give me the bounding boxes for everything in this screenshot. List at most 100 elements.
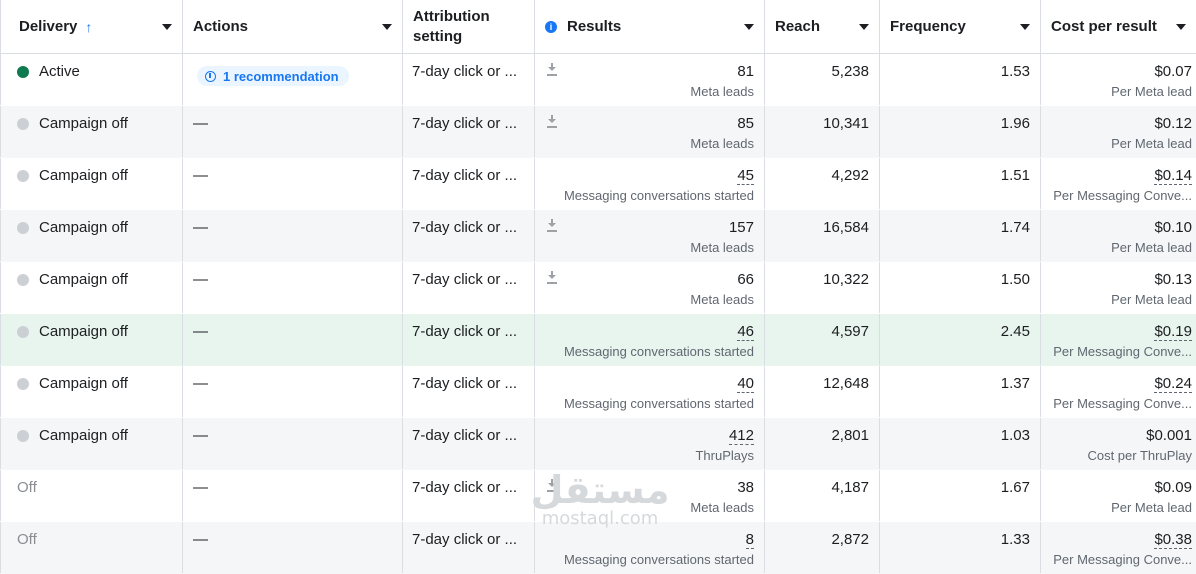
attribution-text: 7-day click or ... — [412, 167, 518, 184]
cost-type: Per Messaging Conve... — [1053, 344, 1192, 359]
table-row[interactable]: Campaign off — 7-day click or ... 412 Th… — [0, 418, 1196, 470]
status-dot-icon — [17, 65, 29, 78]
cost-cell: $0.001 Cost per ThruPlay — [1041, 418, 1196, 469]
col-delivery[interactable]: Delivery ↑ — [0, 0, 183, 53]
actions-empty: — — [193, 427, 208, 444]
col-attribution[interactable]: Attribution setting — [403, 0, 535, 53]
status-dot-icon — [17, 429, 29, 442]
cost-type: Per Messaging Conve... — [1053, 552, 1192, 567]
results-value[interactable]: 412 — [728, 427, 754, 445]
col-reach[interactable]: Reach — [765, 0, 880, 53]
frequency-value: 2.45 — [1000, 323, 1030, 340]
col-delivery-label: Delivery — [19, 18, 78, 35]
delivery-status-text: Campaign off — [39, 323, 128, 340]
delivery-cell[interactable]: Campaign off — [0, 314, 183, 365]
cost-value[interactable]: $0.24 — [1154, 375, 1192, 393]
col-results[interactable]: i Results — [535, 0, 765, 53]
actions-cell: 1 recommendation — [183, 54, 403, 105]
col-frequency-label: Frequency — [890, 18, 966, 35]
info-icon[interactable]: i — [545, 20, 557, 33]
delivery-cell[interactable]: Campaign off — [0, 366, 183, 417]
col-actions-label: Actions — [193, 18, 249, 35]
results-value[interactable]: 40 — [737, 375, 754, 393]
cost-value[interactable]: $0.14 — [1154, 167, 1192, 185]
recommendation-button[interactable]: 1 recommendation — [197, 66, 349, 86]
cost-cell: $0.13 Per Meta lead — [1041, 262, 1196, 313]
chevron-down-icon[interactable] — [1176, 24, 1186, 30]
delivery-cell[interactable]: Campaign off — [0, 210, 183, 261]
download-icon-base — [547, 282, 557, 284]
col-cost-label: Cost per result — [1051, 18, 1157, 35]
delivery-cell[interactable]: Campaign off — [0, 106, 183, 157]
results-value[interactable]: 8 — [745, 531, 754, 549]
actions-cell: — — [183, 418, 403, 469]
results-value: 85 — [737, 115, 754, 132]
results-type: Messaging conversations started — [563, 344, 754, 359]
cost-cell: $0.14 Per Messaging Conve... — [1041, 158, 1196, 209]
frequency-cell: 1.67 — [880, 470, 1041, 521]
reach-cell: 4,187 — [765, 470, 880, 521]
results-cell: 66 Meta leads — [535, 262, 765, 313]
table-row[interactable]: Off — 7-day click or ... 8 Messaging con… — [0, 522, 1196, 574]
delivery-cell[interactable]: Campaign off — [0, 262, 183, 313]
results-type: Meta leads — [690, 500, 754, 515]
results-cell: 45 Messaging conversations started — [535, 158, 765, 209]
attribution-cell: 7-day click or ... — [403, 54, 535, 105]
table-row[interactable]: Campaign off — 7-day click or ... 40 Mes… — [0, 366, 1196, 418]
cost-type: Per Messaging Conve... — [1053, 396, 1192, 411]
frequency-cell: 1.03 — [880, 418, 1041, 469]
attribution-cell: 7-day click or ... — [403, 158, 535, 209]
col-actions[interactable]: Actions — [183, 0, 403, 53]
frequency-cell: 1.96 — [880, 106, 1041, 157]
attribution-text: 7-day click or ... — [412, 479, 518, 496]
arrow-up-circle-icon — [205, 70, 216, 82]
reach-value: 10,341 — [823, 115, 869, 132]
chevron-down-icon[interactable] — [859, 24, 869, 30]
cost-type: Per Meta lead — [1111, 136, 1192, 151]
col-cost-per-result[interactable]: Cost per result — [1041, 0, 1196, 53]
results-value[interactable]: 45 — [737, 167, 754, 185]
delivery-cell[interactable]: Off — [0, 522, 183, 573]
reach-value: 5,238 — [831, 63, 869, 80]
status-dot-icon — [17, 221, 29, 234]
chevron-down-icon[interactable] — [162, 24, 172, 30]
delivery-cell[interactable]: Campaign off — [0, 158, 183, 209]
table-row[interactable]: Campaign off — 7-day click or ... 45 Mes… — [0, 158, 1196, 210]
results-value[interactable]: 46 — [737, 323, 754, 341]
col-results-label: Results — [567, 18, 622, 35]
chevron-down-icon[interactable] — [744, 24, 754, 30]
table-row[interactable]: Campaign off — 7-day click or ... 66 Met… — [0, 262, 1196, 314]
cost-value[interactable]: $0.19 — [1154, 323, 1192, 341]
chevron-down-icon[interactable] — [1020, 24, 1030, 30]
frequency-cell: 1.74 — [880, 210, 1041, 261]
table-row[interactable]: Off — 7-day click or ... 38 Meta leads 4… — [0, 470, 1196, 522]
delivery-cell[interactable]: Campaign off — [0, 418, 183, 469]
status-dot-icon — [17, 117, 29, 130]
cost-value[interactable]: $0.38 — [1154, 531, 1192, 549]
results-type: Messaging conversations started — [563, 552, 754, 567]
attribution-cell: 7-day click or ... — [403, 314, 535, 365]
delivery-cell[interactable]: Off — [0, 470, 183, 521]
results-value: 157 — [728, 219, 754, 236]
cost-cell: $0.38 Per Messaging Conve... — [1041, 522, 1196, 573]
reach-value: 4,292 — [831, 167, 869, 184]
reach-value: 10,322 — [823, 271, 869, 288]
frequency-cell: 1.50 — [880, 262, 1041, 313]
sort-ascending-icon[interactable]: ↑ — [85, 19, 92, 35]
reach-cell: 5,238 — [765, 54, 880, 105]
table-row[interactable]: Campaign off — 7-day click or ... 46 Mes… — [0, 314, 1196, 366]
reach-value: 2,801 — [831, 427, 869, 444]
results-cell: 46 Messaging conversations started — [535, 314, 765, 365]
results-type: Meta leads — [690, 240, 754, 255]
table-row[interactable]: Active 1 recommendation 7-day click or .… — [0, 54, 1196, 106]
delivery-cell[interactable]: Active — [0, 54, 183, 105]
actions-empty: — — [193, 479, 208, 496]
cost-value: $0.13 — [1154, 271, 1192, 288]
table-body: Active 1 recommendation 7-day click or .… — [0, 54, 1196, 574]
table-row[interactable]: Campaign off — 7-day click or ... 85 Met… — [0, 106, 1196, 158]
reach-cell: 4,292 — [765, 158, 880, 209]
chevron-down-icon[interactable] — [382, 24, 392, 30]
cost-type: Per Messaging Conve... — [1053, 188, 1192, 203]
table-row[interactable]: Campaign off — 7-day click or ... 157 Me… — [0, 210, 1196, 262]
col-frequency[interactable]: Frequency — [880, 0, 1041, 53]
